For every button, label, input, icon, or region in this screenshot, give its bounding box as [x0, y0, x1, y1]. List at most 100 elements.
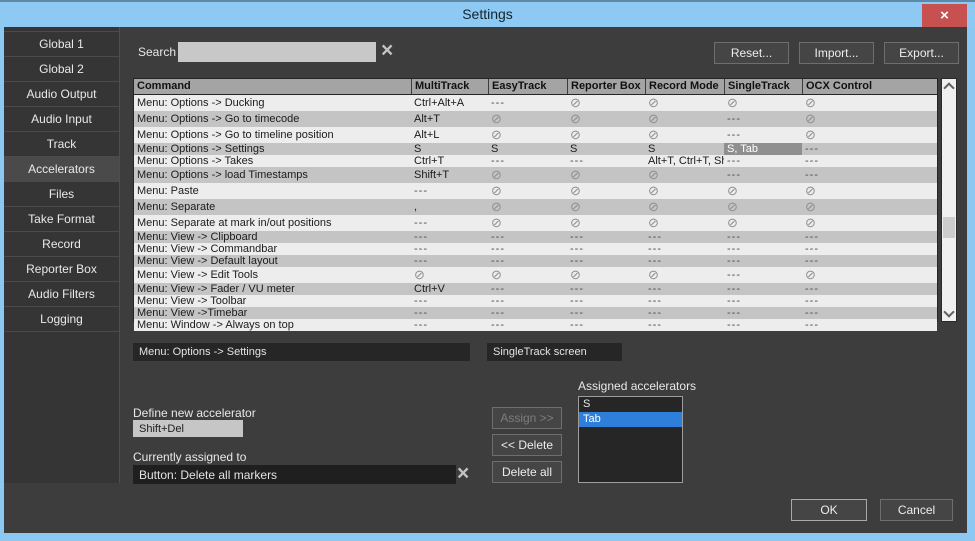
accelerator-cell[interactable]: ⊘: [645, 95, 724, 111]
command-cell[interactable]: Menu: Options -> load Timestamps: [134, 167, 411, 183]
accelerator-cell[interactable]: ⊘: [802, 111, 937, 127]
command-cell[interactable]: Menu: View -> Toolbar: [134, 295, 411, 307]
cancel-button[interactable]: Cancel: [880, 499, 953, 521]
accelerator-cell[interactable]: ---: [488, 283, 567, 295]
accelerator-cell[interactable]: ---: [567, 283, 645, 295]
table-row[interactable]: Menu: Separate,⊘⊘⊘⊘⊘: [134, 199, 937, 215]
column-header-reporter-box[interactable]: Reporter Box: [567, 79, 645, 94]
table-row[interactable]: Menu: Window -> Always on top-----------…: [134, 319, 937, 331]
accelerator-cell[interactable]: ---: [411, 243, 488, 255]
accelerator-cell[interactable]: S: [488, 143, 567, 155]
table-row[interactable]: Menu: View -> Edit Tools⊘⊘⊘⊘---⊘: [134, 267, 937, 283]
command-cell[interactable]: Menu: Options -> Takes: [134, 155, 411, 167]
accelerator-cell[interactable]: ---: [645, 307, 724, 319]
command-cell[interactable]: Menu: Options -> Go to timecode: [134, 111, 411, 127]
command-cell[interactable]: Menu: View -> Clipboard: [134, 231, 411, 243]
accelerator-cell[interactable]: ---: [724, 267, 802, 283]
sidebar-item-audio-output[interactable]: Audio Output: [4, 82, 119, 107]
command-cell[interactable]: Menu: Options -> Settings: [134, 143, 411, 155]
table-row[interactable]: Menu: View -> Default layout------------…: [134, 255, 937, 267]
sidebar-item-audio-input[interactable]: Audio Input: [4, 107, 119, 132]
accelerator-cell[interactable]: ⊘: [567, 127, 645, 143]
sidebar-item-record[interactable]: Record: [4, 232, 119, 257]
column-header-command[interactable]: Command: [134, 79, 411, 94]
table-row[interactable]: Menu: View -> Commandbar----------------…: [134, 243, 937, 255]
accelerator-cell[interactable]: S, Tab: [724, 143, 802, 155]
accelerator-cell[interactable]: ⊘: [724, 95, 802, 111]
command-cell[interactable]: Menu: Options -> Go to timeline position: [134, 127, 411, 143]
table-row[interactable]: Menu: Paste---⊘⊘⊘⊘⊘: [134, 183, 937, 199]
clear-assignment-icon[interactable]: ×: [457, 464, 469, 484]
reset-button[interactable]: Reset...: [714, 42, 789, 64]
accelerator-cell[interactable]: ---: [802, 295, 937, 307]
accelerator-cell[interactable]: S: [645, 143, 724, 155]
accelerator-cell[interactable]: ---: [488, 243, 567, 255]
table-row[interactable]: Menu: View -> Fader / VU meterCtrl+V----…: [134, 283, 937, 295]
accelerator-cell[interactable]: Alt+L: [411, 127, 488, 143]
accelerator-cell[interactable]: ---: [724, 283, 802, 295]
accelerator-cell[interactable]: ---: [724, 295, 802, 307]
accelerator-cell[interactable]: ---: [724, 231, 802, 243]
accelerator-cell[interactable]: ---: [411, 307, 488, 319]
column-header-record-mode[interactable]: Record Mode: [645, 79, 724, 94]
sidebar-item-logging[interactable]: Logging: [4, 307, 119, 332]
accelerator-cell[interactable]: ---: [411, 215, 488, 231]
accelerator-cell[interactable]: ⊘: [724, 199, 802, 215]
accelerator-cell[interactable]: ---: [567, 155, 645, 167]
accelerator-cell[interactable]: Ctrl+T: [411, 155, 488, 167]
column-header-singletrack[interactable]: SingleTrack: [724, 79, 802, 94]
accelerator-cell[interactable]: ⊘: [488, 215, 567, 231]
accelerator-cell[interactable]: Alt+T: [411, 111, 488, 127]
accelerator-cell[interactable]: ---: [724, 127, 802, 143]
column-header-easytrack[interactable]: EasyTrack: [488, 79, 567, 94]
accelerator-cell[interactable]: ---: [488, 231, 567, 243]
accelerator-cell[interactable]: ---: [645, 283, 724, 295]
sidebar-item-audio-filters[interactable]: Audio Filters: [4, 282, 119, 307]
accelerator-cell[interactable]: ---: [411, 255, 488, 267]
accelerator-cell[interactable]: ---: [488, 255, 567, 267]
accelerator-cell[interactable]: Ctrl+V: [411, 283, 488, 295]
accelerator-cell[interactable]: S: [411, 143, 488, 155]
table-row[interactable]: Menu: Options -> SettingsSSSSS, Tab---: [134, 143, 937, 155]
accelerator-cell[interactable]: ---: [802, 255, 937, 267]
accelerator-cell[interactable]: ---: [411, 295, 488, 307]
accelerator-cell[interactable]: ⊘: [645, 111, 724, 127]
table-scrollbar[interactable]: [941, 78, 957, 322]
accelerator-cell[interactable]: ---: [724, 111, 802, 127]
accelerator-cell[interactable]: ⊘: [567, 183, 645, 199]
accelerator-cell[interactable]: ---: [802, 243, 937, 255]
sidebar-item-files[interactable]: Files: [4, 182, 119, 207]
table-row[interactable]: Menu: Separate at mark in/out positions-…: [134, 215, 937, 231]
command-cell[interactable]: Menu: View -> Edit Tools: [134, 267, 411, 283]
accelerator-cell[interactable]: ,: [411, 199, 488, 215]
accelerator-cell[interactable]: ⊘: [567, 167, 645, 183]
sidebar-item-global-1[interactable]: Global 1: [4, 31, 119, 57]
accelerator-cell[interactable]: ---: [724, 167, 802, 183]
accelerator-cell[interactable]: Ctrl+Alt+A: [411, 95, 488, 111]
accelerator-cell[interactable]: ⊘: [645, 183, 724, 199]
accelerator-cell[interactable]: ---: [567, 243, 645, 255]
command-cell[interactable]: Menu: View ->Timebar: [134, 307, 411, 319]
accelerator-cell[interactable]: ---: [488, 95, 567, 111]
accelerator-cell[interactable]: ---: [567, 255, 645, 267]
table-row[interactable]: Menu: View -> Clipboard-----------------…: [134, 231, 937, 243]
accelerator-cell[interactable]: ⊘: [488, 267, 567, 283]
accelerator-cell[interactable]: ---: [724, 319, 802, 331]
command-cell[interactable]: Menu: View -> Default layout: [134, 255, 411, 267]
accelerator-cell[interactable]: ⊘: [645, 199, 724, 215]
sidebar-item-global-2[interactable]: Global 2: [4, 57, 119, 82]
import-button[interactable]: Import...: [799, 42, 874, 64]
accelerator-cell[interactable]: ---: [724, 255, 802, 267]
accelerator-cell[interactable]: ---: [645, 255, 724, 267]
sidebar-item-reporter-box[interactable]: Reporter Box: [4, 257, 119, 282]
accelerator-cell[interactable]: Shift+T: [411, 167, 488, 183]
delete-all-button[interactable]: Delete all: [492, 461, 562, 483]
accelerator-cell[interactable]: S: [567, 143, 645, 155]
accelerator-cell[interactable]: ---: [802, 167, 937, 183]
accelerator-cell[interactable]: ---: [488, 295, 567, 307]
accelerator-cell[interactable]: ---: [567, 307, 645, 319]
titlebar[interactable]: Settings ×: [0, 0, 975, 27]
accelerator-cell[interactable]: ⊘: [802, 183, 937, 199]
search-input[interactable]: [178, 42, 376, 62]
assign-button[interactable]: Assign >>: [492, 407, 562, 429]
